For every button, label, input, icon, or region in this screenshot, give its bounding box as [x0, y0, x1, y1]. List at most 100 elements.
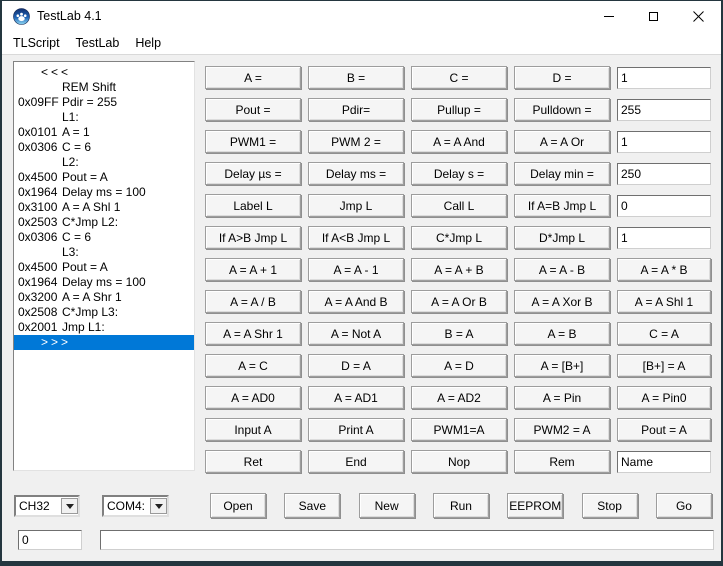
- op-button[interactable]: PWM 2 =: [308, 130, 404, 153]
- list-item[interactable]: 0x0306C = 6: [14, 230, 194, 245]
- maximize-button[interactable]: [631, 1, 676, 31]
- op-button[interactable]: Print A: [308, 418, 404, 441]
- list-item[interactable]: L2:: [14, 155, 194, 170]
- op-button[interactable]: A = A - 1: [308, 258, 404, 281]
- op-button[interactable]: Ret: [205, 450, 301, 473]
- op-button[interactable]: Delay µs =: [205, 162, 301, 185]
- op-button[interactable]: Pullup =: [411, 98, 507, 121]
- op-button[interactable]: D*Jmp L: [514, 226, 610, 249]
- op-button[interactable]: C*Jmp L: [411, 226, 507, 249]
- op-button[interactable]: C = A: [617, 322, 711, 345]
- op-button[interactable]: A = AD2: [411, 386, 507, 409]
- op-button[interactable]: PWM1 =: [205, 130, 301, 153]
- list-item[interactable]: 0x4500Pout = A: [14, 260, 194, 275]
- op-button[interactable]: A = A + B: [411, 258, 507, 281]
- message-field[interactable]: [100, 530, 714, 550]
- op-button[interactable]: A = A Xor B: [514, 290, 610, 313]
- op-button[interactable]: Input A: [205, 418, 301, 441]
- new-button[interactable]: New: [359, 493, 415, 518]
- value-field-6[interactable]: [617, 227, 711, 249]
- op-button[interactable]: Delay min =: [514, 162, 610, 185]
- op-button[interactable]: A = Not A: [308, 322, 404, 345]
- op-button[interactable]: A = A + 1: [205, 258, 301, 281]
- menu-item-help[interactable]: Help: [127, 31, 169, 54]
- minimize-button[interactable]: [586, 1, 631, 31]
- list-item[interactable]: 0x3100A = A Shl 1: [14, 200, 194, 215]
- list-item[interactable]: L3:: [14, 245, 194, 260]
- value-field-5[interactable]: [617, 195, 711, 217]
- value-field-1[interactable]: [617, 67, 711, 89]
- run-button[interactable]: Run: [433, 493, 489, 518]
- list-item[interactable]: L1:: [14, 110, 194, 125]
- op-button[interactable]: A = AD0: [205, 386, 301, 409]
- list-item[interactable]: 0x2503C*Jmp L2:: [14, 215, 194, 230]
- com-port-dropdown-button[interactable]: [150, 498, 167, 514]
- list-item[interactable]: 0x09FFPdir = 255: [14, 95, 194, 110]
- com-port-select[interactable]: COM4:: [102, 495, 169, 517]
- op-button[interactable]: A = A Shr 1: [205, 322, 301, 345]
- op-button[interactable]: Call L: [411, 194, 507, 217]
- close-button[interactable]: [676, 1, 721, 31]
- op-button[interactable]: Label L: [205, 194, 301, 217]
- name-field[interactable]: [617, 451, 711, 473]
- device-select[interactable]: CH32: [14, 495, 80, 517]
- go-button[interactable]: Go: [656, 493, 712, 518]
- op-button[interactable]: Pulldown =: [514, 98, 610, 121]
- op-button[interactable]: A = A And B: [308, 290, 404, 313]
- op-button[interactable]: Pdir=: [308, 98, 404, 121]
- op-button[interactable]: End: [308, 450, 404, 473]
- op-button[interactable]: Nop: [411, 450, 507, 473]
- op-button[interactable]: Rem: [514, 450, 610, 473]
- op-button[interactable]: A = A Or: [514, 130, 610, 153]
- list-item[interactable]: 0x3200A = A Shr 1: [14, 290, 194, 305]
- list-item[interactable]: REM Shift: [14, 80, 194, 95]
- op-button[interactable]: A = C: [205, 354, 301, 377]
- op-button[interactable]: If A=B Jmp L: [514, 194, 610, 217]
- save-button[interactable]: Save: [284, 493, 340, 518]
- op-button[interactable]: A = Pin0: [617, 386, 711, 409]
- op-button[interactable]: C =: [411, 66, 507, 89]
- list-item[interactable]: 0x2001Jmp L1:: [14, 320, 194, 335]
- op-button[interactable]: Pout =: [205, 98, 301, 121]
- list-item[interactable]: 0x0101A = 1: [14, 125, 194, 140]
- value-field-2[interactable]: [617, 99, 711, 121]
- op-button[interactable]: PWM1=A: [411, 418, 507, 441]
- list-item[interactable]: 0x1964Delay ms = 100: [14, 185, 194, 200]
- op-button[interactable]: A = A And: [411, 130, 507, 153]
- op-button[interactable]: Jmp L: [308, 194, 404, 217]
- op-button[interactable]: A = A * B: [617, 258, 711, 281]
- open-button[interactable]: Open: [210, 493, 266, 518]
- op-button[interactable]: If A>B Jmp L: [205, 226, 301, 249]
- op-button[interactable]: D =: [514, 66, 610, 89]
- op-button[interactable]: A = [B+]: [514, 354, 610, 377]
- list-item[interactable]: <<<: [14, 65, 194, 80]
- program-listbox[interactable]: <<<REM Shift0x09FFPdir = 255L1:0x0101A =…: [13, 61, 195, 471]
- op-button[interactable]: A = A Shl 1: [617, 290, 711, 313]
- op-button[interactable]: B = A: [411, 322, 507, 345]
- op-button[interactable]: [B+] = A: [617, 354, 711, 377]
- op-button[interactable]: A =: [205, 66, 301, 89]
- op-button[interactable]: A = Pin: [514, 386, 610, 409]
- op-button[interactable]: A = A Or B: [411, 290, 507, 313]
- list-item[interactable]: 0x4500Pout = A: [14, 170, 194, 185]
- op-button[interactable]: D = A: [308, 354, 404, 377]
- eeprom-button[interactable]: EEPROM: [507, 493, 563, 518]
- status-value-field[interactable]: [18, 530, 82, 550]
- op-button[interactable]: Delay s =: [411, 162, 507, 185]
- menu-item-tlscript[interactable]: TLScript: [5, 31, 68, 54]
- stop-button[interactable]: Stop: [582, 493, 638, 518]
- op-button[interactable]: A = B: [514, 322, 610, 345]
- list-item[interactable]: 0x2508C*Jmp L3:: [14, 305, 194, 320]
- device-dropdown-button[interactable]: [61, 498, 78, 514]
- menu-item-testlab[interactable]: TestLab: [68, 31, 128, 54]
- list-item[interactable]: 0x0306C = 6: [14, 140, 194, 155]
- value-field-4[interactable]: [617, 163, 711, 185]
- list-item[interactable]: 0x1964Delay ms = 100: [14, 275, 194, 290]
- op-button[interactable]: A = AD1: [308, 386, 404, 409]
- op-button[interactable]: A = A - B: [514, 258, 610, 281]
- list-item[interactable]: >>>: [14, 335, 194, 350]
- op-button[interactable]: PWM2 = A: [514, 418, 610, 441]
- op-button[interactable]: A = A / B: [205, 290, 301, 313]
- op-button[interactable]: B =: [308, 66, 404, 89]
- op-button[interactable]: If A<B Jmp L: [308, 226, 404, 249]
